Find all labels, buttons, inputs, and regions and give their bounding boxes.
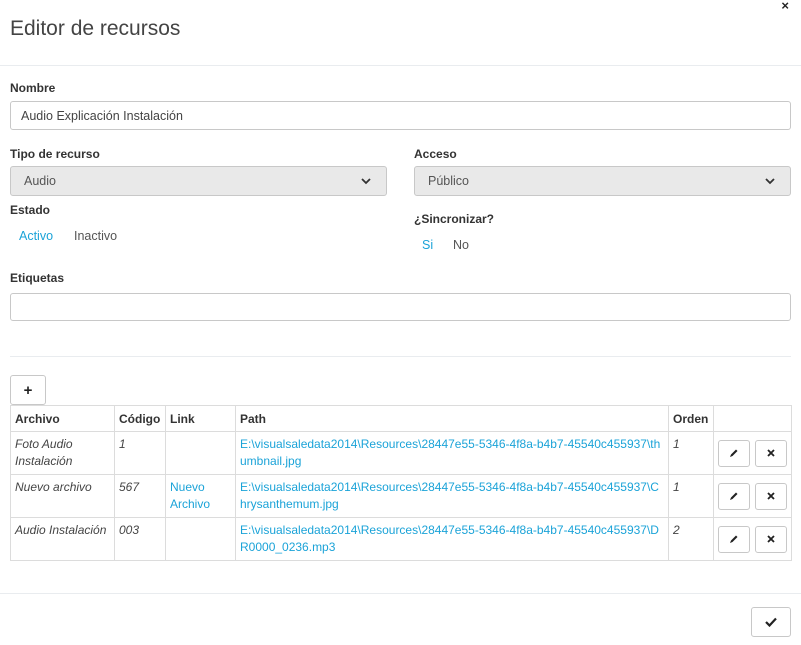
estado-activo-option[interactable]: Activo: [19, 229, 53, 243]
acceso-value: Público: [428, 174, 469, 188]
header-divider: [0, 65, 801, 66]
chevron-down-icon: [361, 178, 371, 185]
files-table: Archivo Código Link Path Orden Foto Audi…: [10, 405, 792, 561]
pencil-icon: [730, 492, 738, 500]
cell-link[interactable]: [165, 517, 236, 561]
etiquetas-input[interactable]: [10, 293, 791, 321]
col-header-link: Link: [165, 405, 236, 432]
table-row: Audio Instalación 003 E:\visualsaledata2…: [10, 517, 792, 561]
table-header-row: Archivo Código Link Path Orden: [10, 405, 792, 432]
edit-button[interactable]: [718, 525, 750, 553]
close-icon: [767, 535, 775, 543]
edit-button[interactable]: [718, 482, 750, 510]
pencil-icon: [730, 535, 738, 543]
col-header-codigo: Código: [114, 405, 166, 432]
cell-path[interactable]: E:\visualsaledata2014\Resources\28447e55…: [235, 474, 669, 518]
cell-actions: [713, 517, 792, 561]
sincronizar-no-option[interactable]: No: [453, 238, 469, 252]
nombre-input[interactable]: Audio Explicación Instalación: [10, 101, 791, 130]
close-icon: [767, 449, 775, 457]
col-header-path: Path: [235, 405, 669, 432]
cell-archivo: Foto Audio Instalación: [10, 431, 115, 475]
cell-orden: 1: [668, 474, 714, 518]
delete-button[interactable]: [755, 439, 787, 467]
cell-codigo: 567: [114, 474, 166, 518]
estado-label: Estado: [10, 203, 51, 217]
table-row: Nuevo archivo 567 Nuevo Archivo E:\visua…: [10, 474, 792, 518]
cell-archivo: Audio Instalación: [10, 517, 115, 561]
section-divider: [10, 356, 791, 357]
estado-inactivo-option[interactable]: Inactivo: [74, 229, 117, 243]
acceso-label: Acceso: [414, 147, 457, 161]
chevron-down-icon: [765, 178, 775, 185]
tipo-recurso-select[interactable]: Audio: [10, 166, 387, 196]
cell-path[interactable]: E:\visualsaledata2014\Resources\28447e55…: [235, 431, 669, 475]
edit-button[interactable]: [718, 439, 750, 467]
save-button[interactable]: [751, 607, 791, 637]
col-header-actions: [713, 405, 792, 432]
etiquetas-label: Etiquetas: [10, 271, 65, 285]
acceso-select[interactable]: Público: [414, 166, 791, 196]
close-icon: [767, 492, 775, 500]
table-row: Foto Audio Instalación 1 E:\visualsaleda…: [10, 431, 792, 475]
cell-actions: [713, 474, 792, 518]
modal-title: Editor de recursos: [10, 17, 181, 40]
cell-codigo: 003: [114, 517, 166, 561]
pencil-icon: [730, 449, 738, 457]
sincronizar-label: ¿Sincronizar?: [414, 212, 495, 226]
col-header-orden: Orden: [668, 405, 714, 432]
cell-codigo: 1: [114, 431, 166, 475]
sincronizar-si-option[interactable]: Si: [422, 238, 433, 252]
cell-link[interactable]: Nuevo Archivo: [165, 474, 236, 518]
add-file-button[interactable]: +: [10, 375, 46, 405]
col-header-archivo: Archivo: [10, 405, 115, 432]
delete-button[interactable]: [755, 482, 787, 510]
tipo-recurso-label: Tipo de recurso: [10, 147, 100, 161]
tipo-recurso-value: Audio: [24, 174, 56, 188]
cell-orden: 1: [668, 431, 714, 475]
nombre-label: Nombre: [10, 81, 56, 95]
delete-button[interactable]: [755, 525, 787, 553]
cell-archivo: Nuevo archivo: [10, 474, 115, 518]
close-icon[interactable]: ×: [781, 0, 789, 12]
cell-link[interactable]: [165, 431, 236, 475]
cell-actions: [713, 431, 792, 475]
footer-divider: [0, 593, 801, 594]
checkmark-icon: [765, 617, 777, 627]
cell-path[interactable]: E:\visualsaledata2014\Resources\28447e55…: [235, 517, 669, 561]
cell-orden: 2: [668, 517, 714, 561]
